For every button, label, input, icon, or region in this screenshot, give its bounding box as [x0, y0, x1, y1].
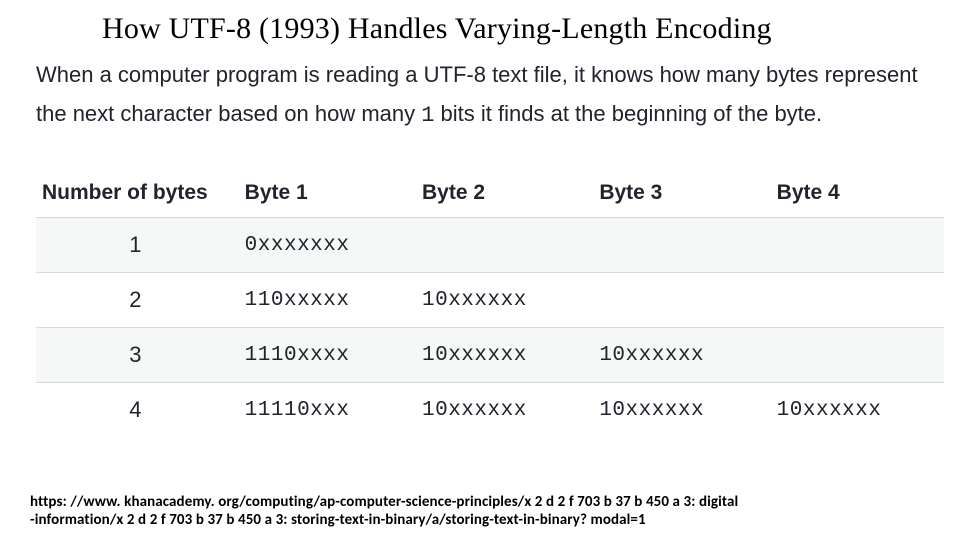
- cell-byte1: 1110xxxx: [235, 328, 412, 383]
- table-row: 4 11110xxx 10xxxxxx 10xxxxxx 10xxxxxx: [36, 383, 944, 438]
- source-url-line1: https: //www. khanacademy. org/computing…: [30, 493, 738, 512]
- cell-byte2: 10xxxxxx: [412, 328, 589, 383]
- cell-byte1: 0xxxxxxx: [235, 218, 412, 273]
- col-header-b2: Byte 2: [412, 173, 589, 218]
- col-header-b4: Byte 4: [767, 173, 944, 218]
- cell-byte4: [767, 328, 944, 383]
- slide-title: How UTF-8 (1993) Handles Varying-Length …: [102, 12, 936, 46]
- cell-byte4: 10xxxxxx: [767, 383, 944, 438]
- col-header-num: Number of bytes: [36, 173, 235, 218]
- cell-num: 4: [36, 383, 235, 438]
- intro-code-literal: 1: [421, 103, 434, 128]
- cell-byte3: [589, 273, 766, 328]
- col-header-b1: Byte 1: [235, 173, 412, 218]
- table-row: 3 1110xxxx 10xxxxxx 10xxxxxx: [36, 328, 944, 383]
- cell-byte3: [589, 218, 766, 273]
- source-url-line2: -information/x 2 d 2 f 703 b 37 b 450 a …: [30, 511, 738, 530]
- table-header-row: Number of bytes Byte 1 Byte 2 Byte 3 Byt…: [36, 173, 944, 218]
- cell-byte2: 10xxxxxx: [412, 383, 589, 438]
- col-header-b3: Byte 3: [589, 173, 766, 218]
- intro-text-2: bits it finds at the beginning of the by…: [434, 101, 822, 126]
- source-url: https: //www. khanacademy. org/computing…: [30, 493, 738, 531]
- table-row: 1 0xxxxxxx: [36, 218, 944, 273]
- cell-byte2: [412, 218, 589, 273]
- intro-paragraph: When a computer program is reading a UTF…: [36, 56, 924, 135]
- slide: How UTF-8 (1993) Handles Varying-Length …: [0, 0, 960, 540]
- table-row: 2 110xxxxx 10xxxxxx: [36, 273, 944, 328]
- cell-byte4: [767, 218, 944, 273]
- cell-byte1: 11110xxx: [235, 383, 412, 438]
- cell-byte2: 10xxxxxx: [412, 273, 589, 328]
- utf8-table: Number of bytes Byte 1 Byte 2 Byte 3 Byt…: [36, 173, 944, 437]
- cell-num: 1: [36, 218, 235, 273]
- cell-byte3: 10xxxxxx: [589, 383, 766, 438]
- cell-byte1: 110xxxxx: [235, 273, 412, 328]
- cell-num: 3: [36, 328, 235, 383]
- cell-num: 2: [36, 273, 235, 328]
- cell-byte4: [767, 273, 944, 328]
- cell-byte3: 10xxxxxx: [589, 328, 766, 383]
